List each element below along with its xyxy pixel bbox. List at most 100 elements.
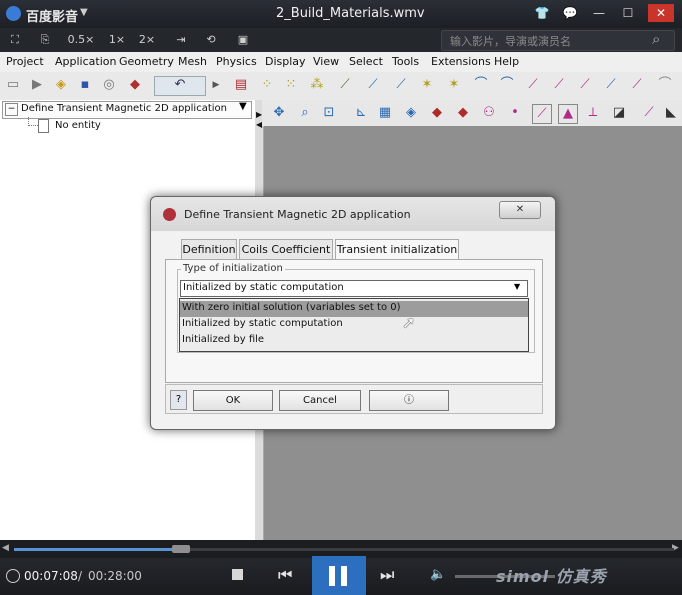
rotate-icon[interactable]: ⟲ [202,31,220,49]
menu-select[interactable]: Select [349,55,383,68]
menu-mesh[interactable]: Mesh [178,55,207,68]
grid-icon[interactable]: ▦ [376,104,394,122]
speed-2x-button[interactable]: 2× [136,31,158,49]
ok-button[interactable]: OK [193,390,273,411]
palette-icon[interactable]: ◆ [126,76,144,94]
menu-extensions[interactable]: Extensions [431,55,491,68]
app-logo-icon [6,6,21,21]
tab-transient-initialization[interactable]: Transient initialization [335,239,459,260]
line-icon-4[interactable]: ✶ [418,76,436,94]
toolbar-more-icon[interactable]: ▶ [207,76,225,94]
pan-icon[interactable]: ✥ [270,104,288,122]
option-file[interactable]: Initialized by file [182,334,264,345]
menu-geometry[interactable]: Geometry [119,55,174,68]
speed-half-button[interactable]: 0.5× [64,31,98,49]
arc-icon-7[interactable]: ⟋ [628,76,646,94]
message-icon[interactable]: 💬 [561,5,579,21]
window-icon[interactable]: ▤ [232,76,250,94]
collapse-icon[interactable]: − [5,103,18,116]
chevron-down-icon[interactable]: ▼ [514,282,520,291]
search-icon[interactable]: ⌕ [652,30,660,48]
select-icon-2[interactable]: ◆ [454,104,472,122]
new-project-icon[interactable]: ▭ [4,76,22,94]
arc-icon-5[interactable]: ⟋ [576,76,594,94]
tree-dropdown-icon[interactable]: ▼ [239,101,247,112]
menu-display[interactable]: Display [265,55,306,68]
app-toolbar-row-1: ▭ ▶ ◈ ▪ ◎ ◆ ↶ ▶ ▤ ⁘ ⁙ ⁂ ⟋ ⟋ ⟋ ✶ ✶ ⌒ ⌒ ⟋ … [0,72,682,101]
playlist-icon[interactable]: ▣ [234,31,252,49]
undo-button[interactable]: ↶ [154,76,206,96]
maximize-button[interactable]: ☐ [619,5,637,21]
app-name[interactable]: 百度影音 [26,6,78,25]
option-static-computation[interactable]: Initialized by static computation [182,318,343,329]
app-menu-arrow-icon[interactable]: ▼ [80,7,88,18]
point-icon-2[interactable]: ⁙ [282,76,300,94]
info-button[interactable]: ⓘ [369,390,449,411]
face-icon[interactable]: ◣ [662,104,680,122]
tab-coils-coefficient[interactable]: Coils Coefficient [239,239,333,260]
mini-mode-icon[interactable]: ⎘ [36,31,54,49]
option-zero-initial[interactable]: With zero initial solution (variables se… [182,302,401,313]
zoom-icon[interactable]: ⌕ [296,104,314,122]
region-select-icon[interactable]: ◪ [610,104,628,122]
point-select-icon[interactable]: ⟂ [584,104,602,122]
total-time: 00:28:00 [88,569,142,583]
menu-tools[interactable]: Tools [392,55,419,68]
stop-button[interactable] [232,569,243,580]
previous-button[interactable]: ⏮ [278,565,292,585]
mesh-view-icon[interactable]: ◈ [402,104,420,122]
speed-1x-button[interactable]: 1× [106,31,128,49]
pause-icon-bar-right [341,566,347,586]
arc-icon-6[interactable]: ⟋ [602,76,620,94]
line-icon-5[interactable]: ✶ [445,76,463,94]
arc-icon-3[interactable]: ⟋ [524,76,542,94]
skin-icon[interactable]: 👕 [533,5,551,21]
line-icon-2[interactable]: ⟋ [364,76,382,94]
edge-select-icon[interactable]: ⟋ [640,104,658,122]
save-icon[interactable]: ▪ [76,76,94,94]
pause-icon-bar-left [329,566,335,586]
initialization-select[interactable]: Initialized by static computation ▼ [180,280,528,297]
select-icon-3[interactable]: ⚇ [480,104,498,122]
menu-application[interactable]: Application [55,55,116,68]
face-select-icon[interactable]: ▲ [558,104,578,124]
next-button[interactable]: ⏭ [380,565,394,585]
open-icon[interactable]: ▶ [28,76,46,94]
progress-handle[interactable] [172,545,190,553]
export-icon[interactable]: ◎ [100,76,118,94]
python-icon[interactable]: ◈ [52,76,70,94]
tab-definition[interactable]: Definition [181,239,237,260]
search-input[interactable]: 输入影片，导演或演员名 ⌕ [441,30,675,51]
tree-child-label[interactable]: No entity [55,120,101,131]
arc-icon-2[interactable]: ⌒ [498,76,516,94]
close-window-button[interactable]: ✕ [648,4,674,22]
selected-value: Initialized by static computation [183,282,344,293]
progress-left-icon[interactable]: ◀ [2,543,9,553]
menu-physics[interactable]: Physics [216,55,257,68]
zoom-region-icon[interactable]: ⊡ [320,104,338,122]
cancel-button[interactable]: Cancel [279,390,361,411]
point-icon-3[interactable]: ⁂ [308,76,326,94]
point-icon-1[interactable]: ⁘ [258,76,276,94]
menu-view[interactable]: View [313,55,339,68]
arc-icon-1[interactable]: ⌒ [472,76,490,94]
arc-icon-4[interactable]: ⟋ [550,76,568,94]
select-icon-4[interactable]: • [506,104,524,122]
arc-icon-8[interactable]: ⌒ [656,76,674,94]
fullscreen-icon[interactable]: ⛶ [6,31,24,49]
tree-root-item[interactable]: − Define Transient Magnetic 2D applicati… [2,101,252,119]
menu-help[interactable]: Help [494,55,519,68]
help-icon[interactable]: ? [170,390,187,410]
volume-icon[interactable]: 🔈 [430,567,446,582]
skip-icon[interactable]: ⇥ [172,31,190,49]
line-select-icon[interactable]: ⟋ [532,104,552,124]
line-icon-3[interactable]: ⟋ [392,76,410,94]
play-pause-button[interactable] [312,556,366,595]
dialog-close-button[interactable]: ✕ [499,201,541,219]
menu-project[interactable]: Project [6,55,44,68]
select-icon-1[interactable]: ◆ [428,104,446,122]
line-icon-1[interactable]: ⟋ [336,76,354,94]
minimize-button[interactable]: — [590,5,608,21]
axis-icon[interactable]: ⊾ [352,104,370,122]
dropdown-list: With zero initial solution (variables se… [179,298,529,352]
